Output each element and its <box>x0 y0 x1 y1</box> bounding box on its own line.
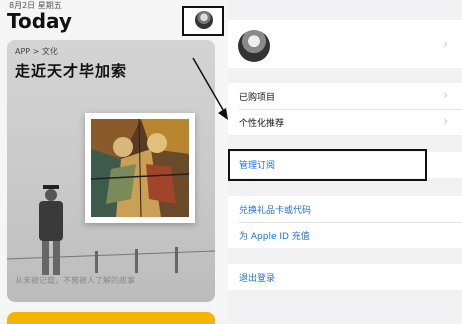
avatar-icon <box>195 11 213 29</box>
topup-link: 为 Apple ID 充值 <box>239 232 310 242</box>
profile-avatar[interactable] <box>238 30 270 62</box>
annotation-highlight-box <box>228 149 427 181</box>
visitor-illustration <box>39 185 63 275</box>
painting-artwork <box>85 113 195 223</box>
featured-story-card[interactable]: APP > 文化 走近天才毕加索 从未被记载，不曾被人了解的故事 <box>7 40 215 302</box>
chevron-right-icon: › <box>443 37 448 51</box>
chevron-right-icon: › <box>443 88 448 102</box>
profile-group: › <box>228 20 462 68</box>
signout-link: 退出登录 <box>239 274 276 284</box>
redeem-link: 兑换礼品卡或代码 <box>239 206 312 216</box>
purchases-group: 已购项目 › 个性化推荐 › <box>228 83 462 135</box>
card-caption: 从未被记载，不曾被人了解的故事 <box>15 276 135 285</box>
signout-group: 退出登录 <box>228 264 462 290</box>
page-title: Today <box>7 9 72 33</box>
next-story-card[interactable] <box>7 312 215 324</box>
today-panel: 8月2日 星期五 Today APP > 文化 走近天才毕加索 从未被记载，不曾… <box>0 0 228 324</box>
card-title: 走近天才毕加索 <box>15 62 128 80</box>
personalized-label: 个性化推荐 <box>239 119 285 129</box>
account-avatar-button[interactable] <box>182 6 224 36</box>
redeem-row[interactable]: 兑换礼品卡或代码 <box>228 196 462 222</box>
purchased-label: 已购项目 <box>239 93 276 103</box>
redeem-group: 兑换礼品卡或代码 为 Apple ID 充值 <box>228 196 462 248</box>
chevron-right-icon: › <box>443 114 448 128</box>
signout-row[interactable]: 退出登录 <box>228 264 462 290</box>
card-category: APP > 文化 <box>15 47 58 56</box>
personalized-row[interactable]: 个性化推荐 › <box>228 109 462 135</box>
topup-row[interactable]: 为 Apple ID 充值 <box>228 222 462 248</box>
purchased-row[interactable]: 已购项目 › <box>228 83 462 109</box>
